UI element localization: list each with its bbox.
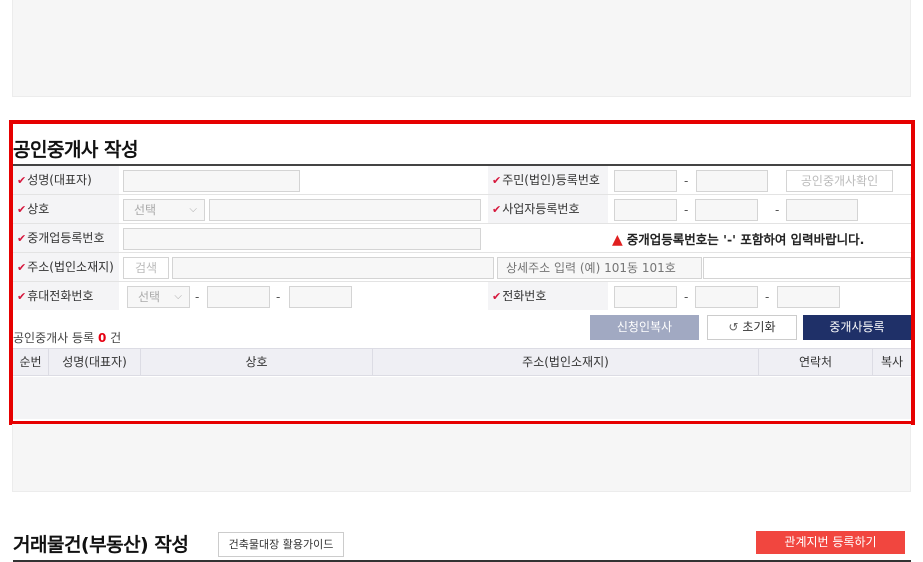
mobile-last-input[interactable] [289,286,352,308]
phone-label-text: 전화번호 [502,289,547,303]
copy-applicant-button[interactable]: 신청인복사 [590,315,699,340]
rrn-label-text: 주민(법인)등록번호 [502,173,600,187]
broker-section-title: 공인중개사 작성 [13,139,138,161]
form-row-trade-name: ✔상호 선택 ⌵ ✔사업자등록번호 - - [13,195,911,224]
col-copy: 복사 [880,355,904,369]
broker-table-header: 순번 성명(대표자) 상호 주소(법인소재지) 연락처 복사 [13,348,911,376]
broker-reg-label-text: 중개업등록번호 [27,231,105,245]
required-check-icon: ✔ [492,290,502,303]
count-value: 0 [97,331,107,345]
broker-table-body [13,377,911,419]
dash: - [684,174,689,188]
mobile-middle-input[interactable] [207,286,270,308]
upper-panel [12,0,911,97]
name-label-text: 성명(대표자) [27,173,92,187]
chevron-down-icon: ⌵ [189,204,197,215]
broker-reg-warning: ▲ 중개업등록번호는 '-' 포함하여 입력바랍니다. [612,229,864,248]
trade-name-select[interactable]: 선택 ⌵ [123,199,205,221]
form-row-phones: ✔휴대전화번호 선택 ⌵ - - ✔전화번호 - - [13,282,911,311]
warning-icon: ▲ [612,232,623,248]
mobile-prefix-select[interactable]: 선택 ⌵ [127,286,190,308]
phone-first-input[interactable] [614,286,677,308]
address-detail-input[interactable] [497,257,702,279]
building-register-guide-button[interactable]: 건축물대장 활용가이드 [218,532,344,557]
address-label-text: 주소(법인소재지) [27,260,114,274]
business-no-label-text: 사업자등록번호 [502,202,580,216]
col-address: 주소(법인소재지) [373,349,759,376]
required-check-icon: ✔ [492,203,502,216]
trade-name-input[interactable] [209,199,481,221]
dash: - [775,203,780,217]
required-check-icon: ✔ [492,174,502,187]
phone-last-input[interactable] [777,286,840,308]
mobile-label: ✔휴대전화번호 [13,282,119,310]
count-prefix: 공인중개사 등록 [13,331,95,345]
trade-name-label-text: 상호 [27,202,50,216]
dash: - [276,290,281,304]
address-search-button[interactable]: 검색 [123,257,169,279]
count-suffix: 건 [110,331,122,345]
address-input[interactable] [172,257,494,279]
required-check-icon: ✔ [17,290,27,303]
required-check-icon: ✔ [17,174,27,187]
required-check-icon: ✔ [17,203,27,216]
warning-text: 중개업등록번호는 '-' 포함하여 입력바랍니다. [626,232,865,247]
register-related-lot-button[interactable]: 관계지번 등록하기 [756,531,905,554]
broker-count: 공인중개사 등록 0 건 [13,329,121,346]
lower-panel [12,424,911,492]
business-no-second-input[interactable] [695,199,758,221]
select-value: 선택 [138,290,161,304]
col-seq: 순번 [13,349,49,376]
col-contact: 연락처 [759,349,873,376]
broker-confirm-button[interactable]: 공인중개사확인 [786,170,893,192]
business-no-third-input[interactable] [786,199,858,221]
col-trade-name: 상호 [141,349,373,376]
trade-name-label: ✔상호 [13,195,119,223]
rrn-second-input[interactable] [696,170,768,192]
dash: - [684,290,689,304]
phone-middle-input[interactable] [695,286,758,308]
chevron-down-icon: ⌵ [174,291,182,302]
dash: - [684,203,689,217]
business-no-label: ✔사업자등록번호 [488,195,608,223]
required-check-icon: ✔ [17,261,27,274]
form-row-name: ✔성명(대표자) ✔주민(법인)등록번호 - 공인중개사확인 [13,166,911,195]
col-name: 성명(대표자) [49,349,141,376]
reset-label: 초기화 [742,320,776,334]
deal-section-title: 거래물건(부동산) 작성 [13,534,189,556]
phone-label: ✔전화번호 [488,282,608,310]
rrn-label: ✔주민(법인)등록번호 [488,166,608,194]
refresh-icon: ↺ [728,320,739,334]
name-input[interactable] [123,170,300,192]
broker-reg-label: ✔중개업등록번호 [13,224,119,252]
business-no-first-input[interactable] [614,199,677,221]
register-broker-button[interactable]: 중개사등록 [803,315,911,340]
form-row-address: ✔주소(법인소재지) 검색 [13,253,911,282]
reset-button[interactable]: ↺ 초기화 [707,315,797,340]
select-value: 선택 [134,203,157,217]
broker-reg-input[interactable] [123,228,481,250]
address-extra-input[interactable] [703,257,911,279]
required-check-icon: ✔ [17,232,27,245]
dash: - [765,290,770,304]
address-label: ✔주소(법인소재지) [13,253,119,281]
dash: - [195,290,200,304]
rrn-first-input[interactable] [614,170,677,192]
mobile-label-text: 휴대전화번호 [27,289,94,303]
name-label: ✔성명(대표자) [13,166,119,194]
